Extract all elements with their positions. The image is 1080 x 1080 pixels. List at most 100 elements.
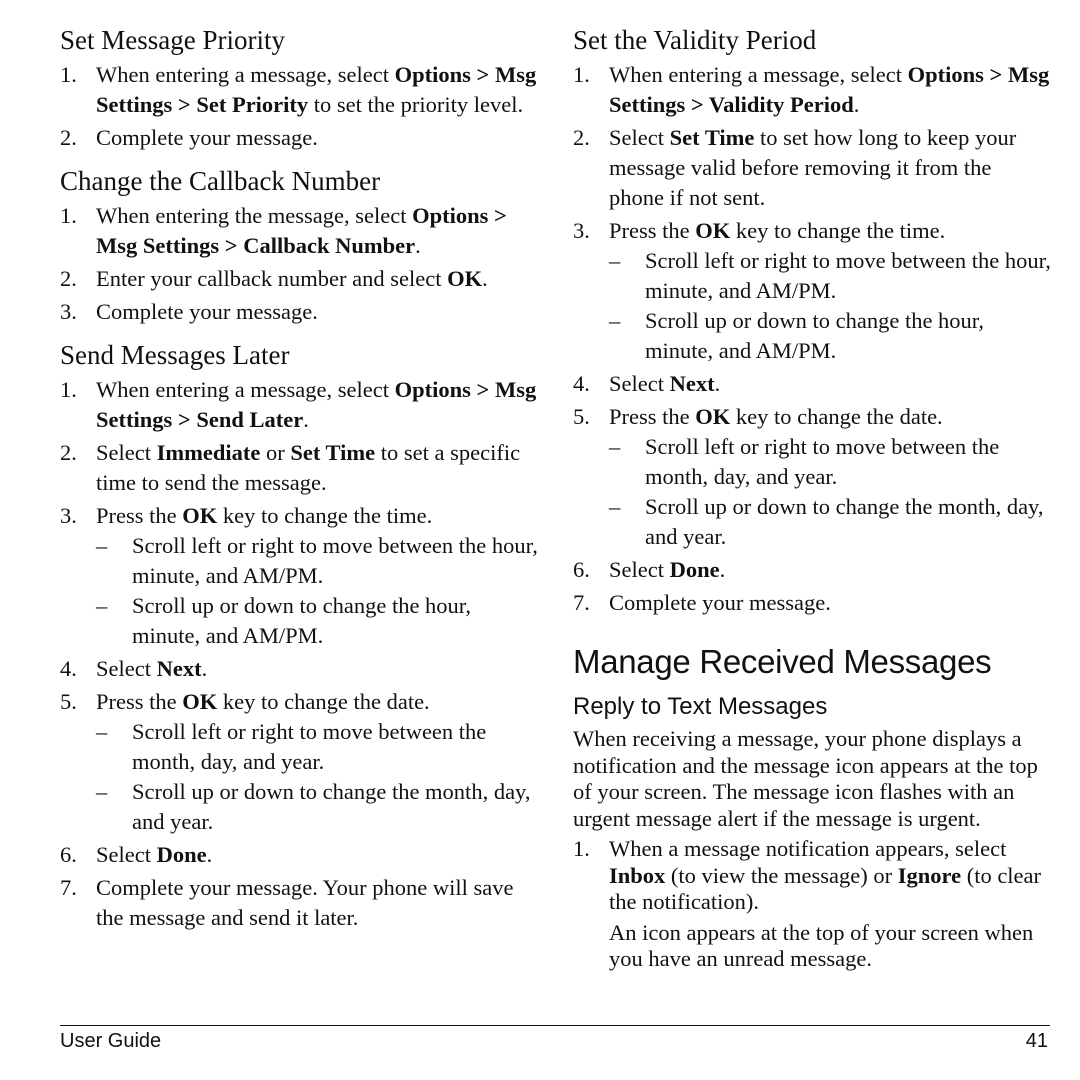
step-text: Select Immediate or Set Time to set a sp… xyxy=(96,440,520,495)
left-column: Set Message Priority 1. When entering a me… xyxy=(60,24,538,945)
step-number: 3. xyxy=(573,218,590,243)
text-run: Press the xyxy=(609,404,696,429)
step-text: Select Next. xyxy=(96,656,207,681)
text-run: . xyxy=(201,656,208,681)
step-number: 7. xyxy=(573,590,590,615)
step-number: 5. xyxy=(573,404,590,429)
list-item: 3. Complete your message. xyxy=(60,297,538,327)
text-run: Complete your message. Your phone will s… xyxy=(96,875,514,930)
step-text: Press the OK key to change the time. xyxy=(96,503,432,528)
step-text: When entering a message, select Options … xyxy=(96,62,536,117)
text-run: Enter your callback number and select xyxy=(96,266,448,291)
bold-term: Next xyxy=(669,371,715,396)
dash-bullet-icon: – xyxy=(96,719,108,744)
step-number: 2. xyxy=(60,125,77,150)
steps-list: 1. When entering a message, select Option… xyxy=(573,60,1051,618)
list-item: 2. Select Immediate or Set Time to set a … xyxy=(60,438,538,498)
step-text: Press the OK key to change the date. xyxy=(96,689,430,714)
step-text: Complete your message. xyxy=(609,590,831,615)
bold-term: Set Time xyxy=(669,125,755,150)
section-heading: Set the Validity Period xyxy=(573,25,817,55)
step-text: Press the OK key to change the date. xyxy=(609,404,943,429)
step-text: When entering the message, select Option… xyxy=(96,203,507,258)
bold-term: OK xyxy=(182,689,218,714)
sub-list-item: – Scroll up or down to change the month, … xyxy=(609,492,1051,552)
section: Set Message Priority 1. When entering a me… xyxy=(60,24,538,153)
steps-list: 1. When entering the message, select Opti… xyxy=(60,201,538,327)
text-run: When entering a message, select xyxy=(96,62,395,87)
right-sections: Set the Validity Period 1. When entering a… xyxy=(573,24,1051,618)
sub-list-item: – Scroll up or down to change the hour, m… xyxy=(96,591,538,651)
bold-term: Next xyxy=(156,656,202,681)
list-item: 5. Press the OK key to change the date. – S… xyxy=(60,687,538,837)
steps-list: 1. When entering a message, select Option… xyxy=(60,60,538,153)
step-number: 2. xyxy=(60,440,77,465)
step-text: Enter your callback number and select OK… xyxy=(96,266,488,291)
step-number: 2. xyxy=(60,266,77,291)
sub-list: – Scroll left or right to move between th… xyxy=(609,432,1051,552)
sub-list: – Scroll left or right to move between th… xyxy=(609,246,1051,366)
step-text: When a message notification appears, sel… xyxy=(609,836,1041,914)
step-number: 3. xyxy=(60,299,77,324)
list-item: 4. Select Next. xyxy=(60,654,538,684)
text-run: Select xyxy=(609,371,670,396)
dash-bullet-icon: – xyxy=(96,779,108,804)
text-run: When a message notification appears, sel… xyxy=(609,836,1007,861)
text-run: Select xyxy=(96,440,157,465)
step-number: 4. xyxy=(573,371,590,396)
dash-bullet-icon: – xyxy=(609,494,621,519)
text-run: . xyxy=(206,842,213,867)
subsection-heading: Reply to Text Messages xyxy=(573,693,828,720)
bold-term: Done xyxy=(156,842,207,867)
sub-list-item: – Scroll left or right to move between th… xyxy=(609,432,1051,492)
step-text: Select Next. xyxy=(609,371,720,396)
step-number: 2. xyxy=(573,125,590,150)
list-item: 7. Complete your message. xyxy=(573,588,1051,618)
list-item: 7. Complete your message. Your phone will… xyxy=(60,873,538,933)
steps-list: 1. When entering a message, select Option… xyxy=(60,375,538,933)
text-run: Press the xyxy=(609,218,696,243)
text-run: key to change the date. xyxy=(217,689,430,714)
sub-item-text: Scroll up or down to change the month, d… xyxy=(645,494,1044,549)
list-item: 6. Select Done. xyxy=(573,555,1051,585)
step-number: 1. xyxy=(60,62,77,87)
step-text: Select Done. xyxy=(96,842,212,867)
text-run: When entering the message, select xyxy=(96,203,413,228)
list-item: 3. Press the OK key to change the time. – S… xyxy=(60,501,538,651)
section: Change the Callback Number 1. When enterin… xyxy=(60,165,538,327)
chapter-title: Manage Received Messages xyxy=(573,643,992,680)
step-number: 1. xyxy=(60,203,77,228)
text-run: Select xyxy=(96,656,157,681)
footer-title: User Guide xyxy=(60,1030,162,1052)
step-number: 6. xyxy=(573,557,590,582)
sub-list-item: – Scroll up or down to change the hour, m… xyxy=(609,306,1051,366)
sub-item-text: Scroll left or right to move between the… xyxy=(645,434,1000,489)
text-run: Press the xyxy=(96,689,183,714)
text-run: . xyxy=(415,233,421,258)
text-run: (to view the message) or xyxy=(665,862,898,888)
bold-term: OK xyxy=(447,266,483,291)
dash-bullet-icon: – xyxy=(609,248,621,273)
list-item: 5. Press the OK key to change the date. – S… xyxy=(573,402,1051,552)
step-text: When entering a message, select Options … xyxy=(609,62,1049,117)
text-run: When entering a message, select xyxy=(609,62,908,87)
text-run: Press the xyxy=(96,503,183,528)
dash-bullet-icon: – xyxy=(96,593,108,618)
list-item: 6. Select Done. xyxy=(60,840,538,870)
text-run: key to change the date. xyxy=(730,404,943,429)
text-run: Select xyxy=(96,842,157,867)
bold-term: OK xyxy=(182,503,218,528)
step-number: 4. xyxy=(60,656,77,681)
step-text: Select Set Time to set how long to keep … xyxy=(609,125,1016,210)
text-run: . xyxy=(714,371,721,396)
step-number: 3. xyxy=(60,503,77,528)
sub-list: – Scroll left or right to move between th… xyxy=(96,717,538,837)
list-item: 2. Complete your message. xyxy=(60,123,538,153)
section: Send Messages Later 1. When entering a mes… xyxy=(60,339,538,933)
text-run: Select xyxy=(609,125,670,150)
page-number: 41 xyxy=(1025,1030,1048,1052)
step-number: 7. xyxy=(60,875,77,900)
bold-term: Set Time xyxy=(290,440,376,465)
sub-item-text: Scroll left or right to move between the… xyxy=(645,248,1051,303)
list-item: 1. When entering the message, select Opti… xyxy=(60,201,538,261)
